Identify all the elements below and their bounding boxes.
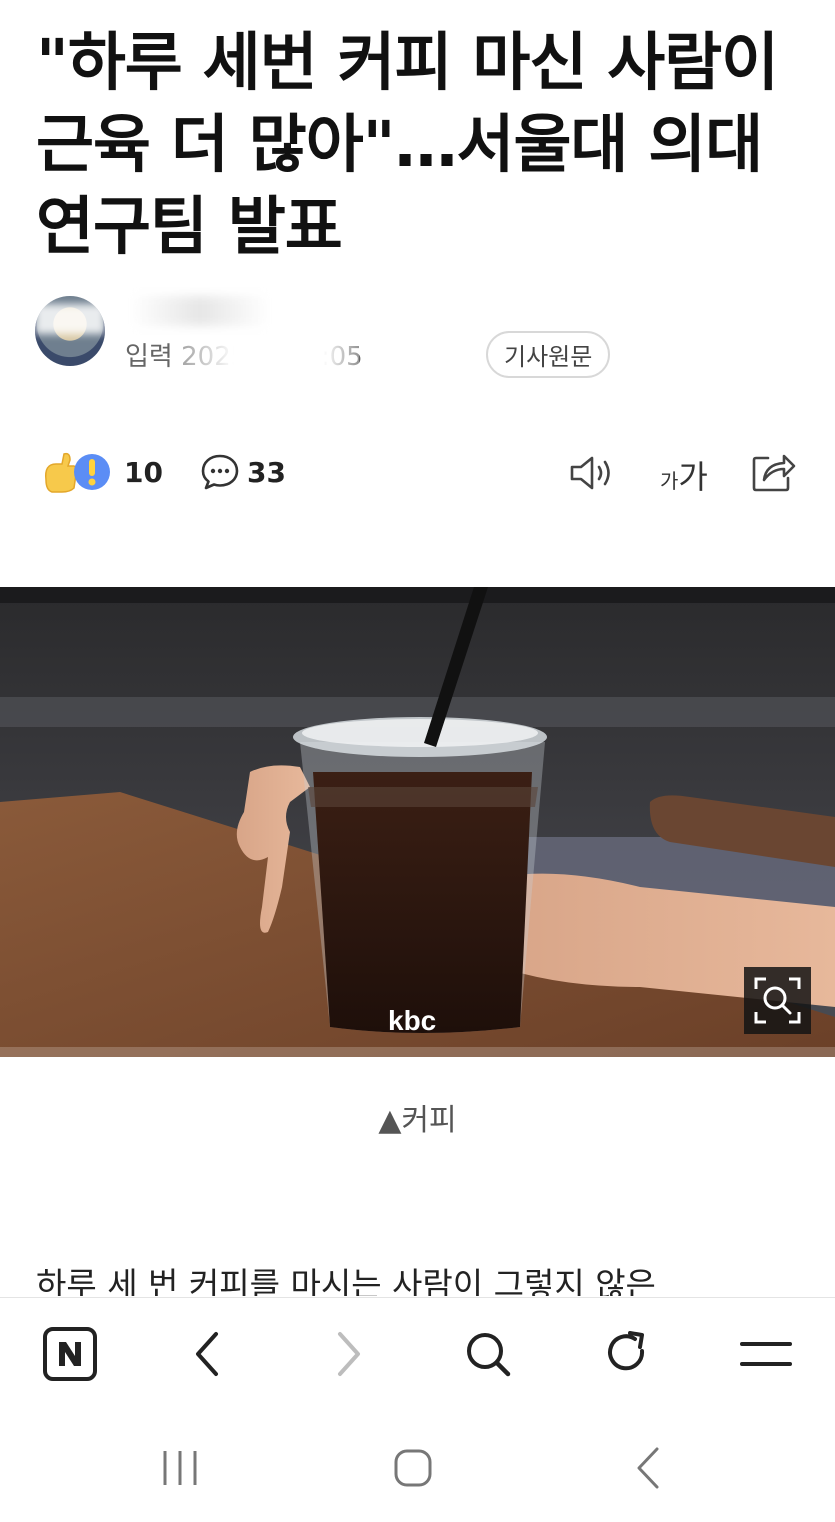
speaker-icon[interactable] bbox=[568, 452, 616, 494]
naver-n-icon bbox=[43, 1327, 97, 1381]
share-icon[interactable] bbox=[750, 450, 796, 494]
reaction-count: 10 bbox=[124, 456, 163, 489]
system-back-icon[interactable] bbox=[625, 1443, 675, 1493]
image-zoom-button[interactable] bbox=[744, 967, 811, 1034]
comment-icon[interactable] bbox=[200, 452, 240, 492]
browser-toolbar bbox=[0, 1297, 835, 1408]
author-name-blurred bbox=[130, 296, 270, 326]
refresh-icon bbox=[608, 1331, 645, 1371]
search-button[interactable] bbox=[458, 1326, 518, 1382]
article-action-bar: 10 33 가가 bbox=[0, 448, 835, 498]
coffee-photo-illustration: kbc bbox=[0, 587, 835, 1057]
menu-icon bbox=[740, 1342, 792, 1366]
photo-caption: ▲커피 bbox=[378, 1103, 457, 1138]
font-size-button[interactable]: 가가 bbox=[660, 452, 708, 498]
refresh-button[interactable] bbox=[597, 1326, 657, 1382]
system-navigation-bar bbox=[0, 1407, 835, 1522]
original-article-button[interactable]: 기사원문 bbox=[486, 330, 611, 378]
article-meta: 입력 2025 2후 6:05 기사원문 bbox=[125, 330, 611, 378]
author-avatar[interactable] bbox=[35, 296, 105, 366]
back-button[interactable] bbox=[178, 1326, 238, 1382]
back-arrow-icon bbox=[196, 1332, 218, 1376]
search-icon bbox=[467, 1333, 511, 1377]
forward-arrow-icon bbox=[338, 1332, 360, 1376]
photo-watermark: kbc bbox=[388, 1005, 436, 1036]
image-zoom-icon bbox=[754, 977, 801, 1024]
forward-button[interactable] bbox=[318, 1326, 378, 1382]
article-date: 입력 2025 2후 6:05 bbox=[125, 335, 470, 373]
home-icon[interactable] bbox=[388, 1443, 438, 1493]
comment-count: 33 bbox=[247, 456, 286, 489]
menu-button[interactable] bbox=[736, 1326, 796, 1382]
recent-apps-icon[interactable] bbox=[155, 1443, 205, 1493]
article-body-first-line: 하루 세 번 커피를 마시는 사람이 그렇지 않은 bbox=[36, 1265, 656, 1296]
article-title: "하루 세번 커피 마신 사람이 근육 더 많아"…서울대 의대 연구팀 발표 bbox=[36, 26, 779, 263]
reaction-emoji-icon[interactable] bbox=[40, 450, 112, 494]
naver-home-button[interactable] bbox=[40, 1326, 100, 1382]
article-photo-coffee[interactable]: kbc bbox=[0, 587, 835, 1057]
